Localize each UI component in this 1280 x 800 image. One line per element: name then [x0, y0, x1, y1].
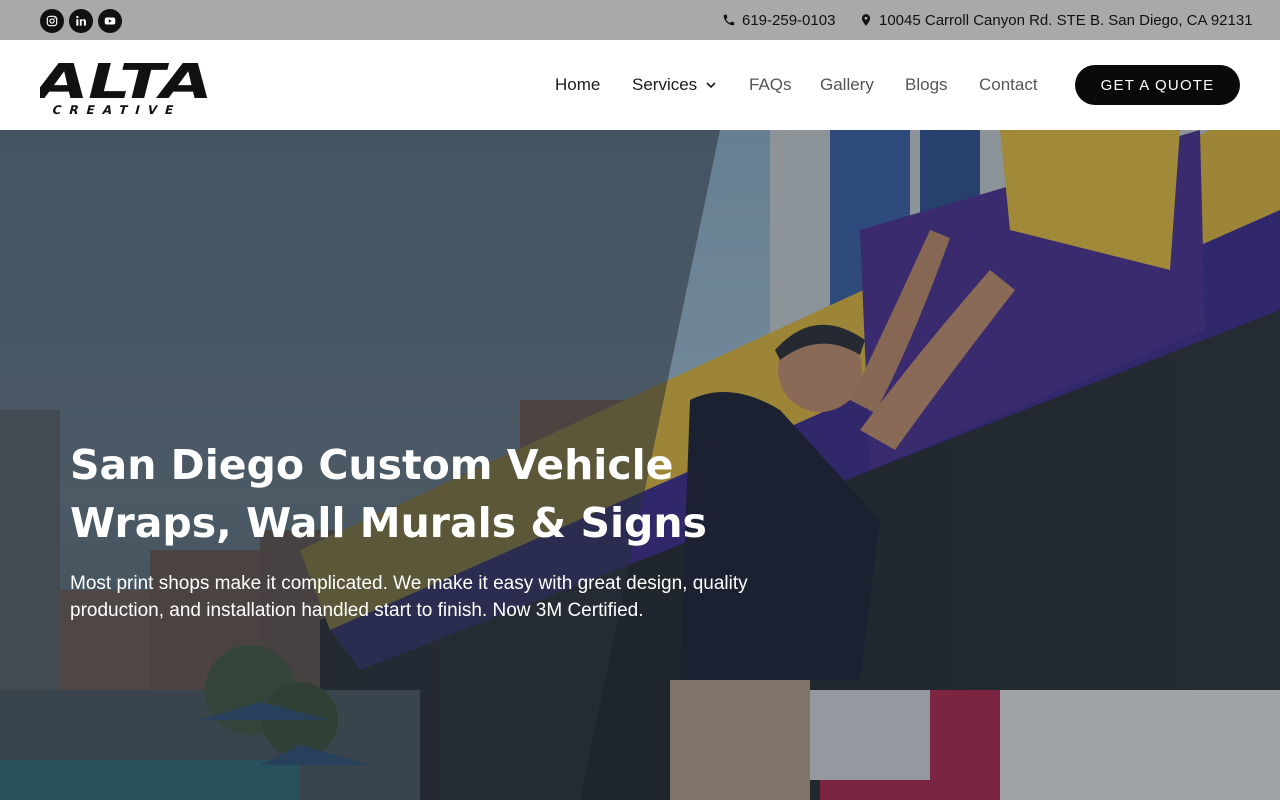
hero-subtitle-line-2: production, and installation handled sta… — [70, 600, 644, 621]
address-text[interactable]: 10045 Carroll Canyon Rd. STE B. San Dieg… — [879, 12, 1253, 29]
nav-blogs[interactable]: Blogs — [905, 40, 948, 130]
phone-info[interactable]: 619-259-0103 — [722, 0, 835, 40]
instagram-icon[interactable] — [40, 9, 64, 33]
nav-gallery[interactable]: Gallery — [820, 40, 874, 130]
nav-home[interactable]: Home — [555, 40, 600, 130]
youtube-icon[interactable] — [98, 9, 122, 33]
hero-subtitle: Most print shops make it complicated. We… — [70, 570, 830, 624]
site-header: ALTA CREATIVE Home Services FAQs Gallery… — [0, 40, 1280, 130]
nav-faqs[interactable]: FAQs — [749, 40, 792, 130]
phone-number[interactable]: 619-259-0103 — [742, 12, 835, 29]
chevron-down-icon — [706, 82, 716, 89]
nav-contact[interactable]: Contact — [979, 40, 1038, 130]
hero-title-line-1: San Diego Custom Vehicle — [70, 441, 674, 489]
nav-services-label: Services — [632, 75, 698, 94]
location-pin-icon — [861, 14, 871, 26]
get-a-quote-button[interactable]: GET A QUOTE — [1075, 65, 1240, 105]
hero-section: San Diego Custom Vehicle Wraps, Wall Mur… — [0, 130, 1280, 800]
nav-services[interactable]: Services — [632, 40, 717, 130]
logo-word: ALTA — [40, 56, 219, 110]
hero-title: San Diego Custom Vehicle Wraps, Wall Mur… — [70, 436, 770, 552]
phone-icon — [723, 14, 735, 26]
address-info[interactable]: 10045 Carroll Canyon Rd. STE B. San Dieg… — [859, 0, 1253, 40]
alta-creative-logo[interactable]: ALTA CREATIVE — [40, 56, 222, 116]
hero-subtitle-line-1: Most print shops make it complicated. We… — [70, 573, 748, 594]
logo-sub: CREATIVE — [51, 103, 183, 116]
linkedin-icon[interactable] — [69, 9, 93, 33]
top-bar: 619-259-0103 10045 Carroll Canyon Rd. ST… — [0, 0, 1280, 40]
hero-title-line-2: Wraps, Wall Murals & Signs — [70, 499, 707, 547]
